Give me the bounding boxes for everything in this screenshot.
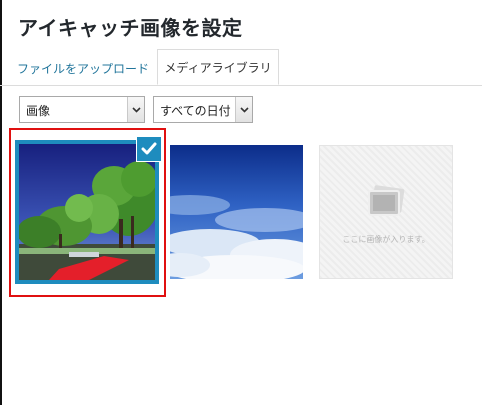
media-type-filter-value: 画像 [26, 104, 51, 118]
date-filter-value: すべての日付 [160, 104, 231, 118]
trees-photo [19, 144, 155, 280]
tab-media-library[interactable]: メディアライブラリ [157, 49, 279, 85]
tab-bar: ファイルをアップロード メディアライブラリ [0, 46, 482, 86]
tab-upload-files[interactable]: ファイルをアップロード [17, 60, 149, 77]
dialog-title: アイキャッチ画像を設定 [18, 16, 243, 40]
placeholder-text: ここに画像が入ります。 [342, 235, 430, 244]
media-type-filter[interactable]: 画像 [19, 96, 145, 123]
image-stack-icon [368, 185, 405, 216]
attachment-thumbnail-placeholder[interactable]: ここに画像が入ります。 [319, 145, 453, 279]
tab-media-library-label: メディアライブラリ [164, 60, 272, 75]
date-filter[interactable]: すべての日付 [153, 96, 253, 123]
checkmark-icon[interactable] [136, 136, 162, 162]
chevron-down-icon [127, 97, 144, 122]
clouds-photo [170, 145, 303, 279]
chevron-down-icon [235, 97, 252, 122]
attachment-thumbnail-clouds[interactable] [170, 145, 303, 279]
